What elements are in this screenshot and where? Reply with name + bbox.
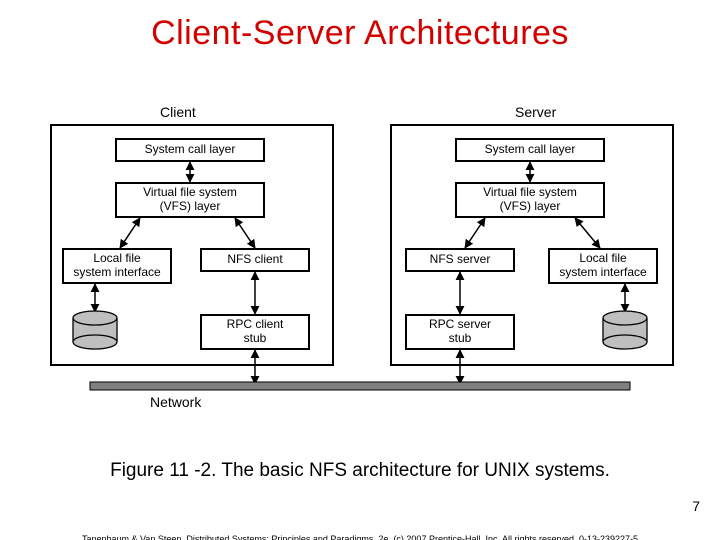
client-label: Client	[160, 104, 196, 120]
copyright-footer: Tanenbaum & Van Steen, Distributed Syste…	[10, 534, 710, 540]
figure-caption: Figure 11 -2. The basic NFS architecture…	[0, 460, 720, 482]
network-label: Network	[150, 394, 201, 410]
rpc-client-stub-box: RPC client stub	[200, 314, 310, 350]
page-number: 7	[692, 498, 700, 514]
server-label: Server	[515, 104, 556, 120]
architecture-diagram: Client Server System call layer Virtual …	[50, 104, 670, 409]
client-localfs-box: Local file system interface	[62, 248, 172, 284]
server-vfs-box: Virtual file system (VFS) layer	[455, 182, 605, 218]
server-syscall-box: System call layer	[455, 138, 605, 162]
client-syscall-box: System call layer	[115, 138, 265, 162]
slide-title: Client-Server Architectures	[0, 14, 720, 53]
server-localfs-box: Local file system interface	[548, 248, 658, 284]
rpc-server-stub-box: RPC server stub	[405, 314, 515, 350]
nfs-server-box: NFS server	[405, 248, 515, 272]
client-vfs-box: Virtual file system (VFS) layer	[115, 182, 265, 218]
nfs-client-box: NFS client	[200, 248, 310, 272]
